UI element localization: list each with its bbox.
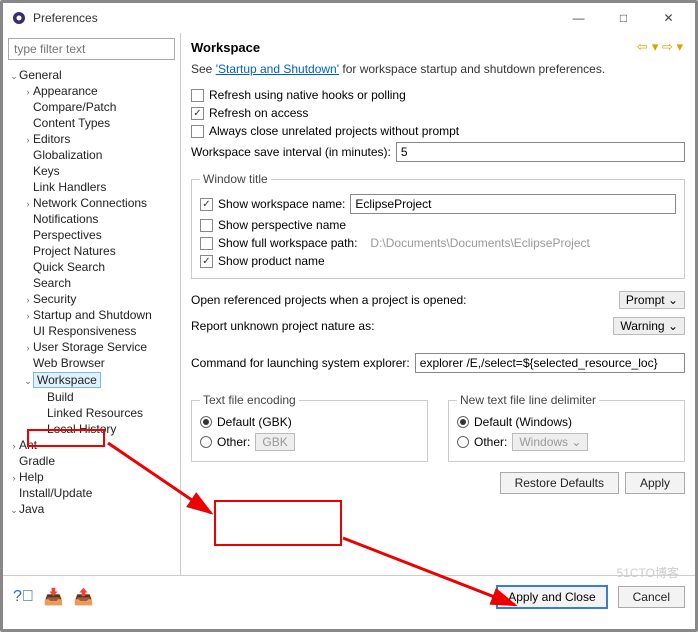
save-interval-input[interactable]	[396, 142, 685, 162]
back-icon[interactable]: ⇦	[635, 39, 650, 55]
tree-item[interactable]: ›Ant	[3, 437, 180, 453]
tree-item[interactable]: ›Startup and Shutdown	[3, 307, 180, 323]
tree-item[interactable]: ⌄Java	[3, 501, 180, 517]
tree-item[interactable]: Compare/Patch	[3, 99, 180, 115]
tree-item[interactable]: ›Security	[3, 291, 180, 307]
forward-icon[interactable]: ▾ ⇨ ▾	[650, 39, 685, 55]
enc-default-radio[interactable]	[200, 416, 212, 428]
tree-item[interactable]: ›Editors	[3, 131, 180, 147]
tree-item[interactable]: ›Help	[3, 469, 180, 485]
tree-item[interactable]: Project Natures	[3, 243, 180, 259]
minimize-button[interactable]: —	[556, 3, 601, 33]
tree-item[interactable]: Web Browser	[3, 355, 180, 371]
content-pane: Workspace ⇦ ▾ ⇨ ▾ See 'Startup and Shutd…	[181, 33, 695, 575]
tree-item[interactable]: Gradle	[3, 453, 180, 469]
show-ws-checkbox[interactable]: ✓	[200, 198, 213, 211]
tree-item[interactable]: Quick Search	[3, 259, 180, 275]
tree-item[interactable]: Link Handlers	[3, 179, 180, 195]
tree-item[interactable]: Build	[3, 389, 180, 405]
show-prod-checkbox[interactable]: ✓	[200, 255, 213, 268]
close-unrelated-label: Always close unrelated projects without …	[209, 124, 459, 138]
refresh-access-checkbox[interactable]: ✓	[191, 107, 204, 120]
tree-item[interactable]: UI Responsiveness	[3, 323, 180, 339]
ws-name-input[interactable]	[350, 194, 676, 214]
filter-input[interactable]	[8, 38, 175, 60]
apply-and-close-button[interactable]: Apply and Close	[496, 585, 607, 609]
tree-item[interactable]: Linked Resources	[3, 405, 180, 421]
export-icon[interactable]: 📤	[74, 587, 94, 607]
tree-item[interactable]: ›User Storage Service	[3, 339, 180, 355]
delim-default-radio[interactable]	[457, 416, 469, 428]
show-full-checkbox[interactable]	[200, 237, 213, 250]
report-label: Report unknown project nature as:	[191, 319, 608, 333]
tree-item[interactable]: Local History	[3, 421, 180, 437]
apply-button[interactable]: Apply	[625, 472, 685, 494]
delimiter-group: New text file line delimiter Default (Wi…	[448, 393, 685, 462]
refresh-hooks-label: Refresh using native hooks or polling	[209, 88, 406, 102]
tree-item[interactable]: Globalization	[3, 147, 180, 163]
see-note: See 'Startup and Shutdown' for workspace…	[191, 57, 685, 86]
maximize-button[interactable]: □	[601, 3, 646, 33]
import-icon[interactable]: 📥	[44, 587, 64, 607]
full-path-value: D:\Documents\Documents\EclipseProject	[370, 236, 589, 250]
tree-item[interactable]: Content Types	[3, 115, 180, 131]
open-ref-select[interactable]: Prompt ⌄	[619, 291, 685, 309]
tree-item[interactable]: Install/Update	[3, 485, 180, 501]
sidebar: ⌄General ›Appearance Compare/Patch Conte…	[3, 33, 181, 575]
tree-item-general[interactable]: ⌄General	[3, 67, 180, 83]
tree-item[interactable]: Perspectives	[3, 227, 180, 243]
window-title: Preferences	[33, 11, 98, 25]
save-interval-label: Workspace save interval (in minutes):	[191, 145, 391, 159]
tree-item[interactable]: Keys	[3, 163, 180, 179]
encoding-legend: Text file encoding	[200, 393, 299, 407]
tree-item[interactable]: Notifications	[3, 211, 180, 227]
refresh-hooks-checkbox[interactable]	[191, 89, 204, 102]
delim-other-select[interactable]: Windows ⌄	[512, 433, 588, 451]
show-persp-checkbox[interactable]	[200, 219, 213, 232]
window-title-legend: Window title	[200, 172, 271, 186]
help-icon[interactable]: ?⃝	[13, 588, 34, 606]
close-unrelated-checkbox[interactable]	[191, 125, 204, 138]
cancel-button[interactable]: Cancel	[618, 586, 685, 608]
delimiter-legend: New text file line delimiter	[457, 393, 599, 407]
startup-shutdown-link[interactable]: 'Startup and Shutdown'	[216, 62, 339, 76]
window-title-group: Window title ✓Show workspace name: Show …	[191, 172, 685, 279]
restore-defaults-button[interactable]: Restore Defaults	[500, 472, 619, 494]
refresh-access-label: Refresh on access	[209, 106, 308, 120]
report-select[interactable]: Warning ⌄	[613, 317, 685, 335]
enc-other-select[interactable]: GBK	[255, 433, 294, 451]
enc-other-radio[interactable]	[200, 436, 212, 448]
open-ref-label: Open referenced projects when a project …	[191, 293, 614, 307]
tree-item[interactable]: ›Appearance	[3, 83, 180, 99]
delim-other-radio[interactable]	[457, 436, 469, 448]
tree-item[interactable]: ›Network Connections	[3, 195, 180, 211]
close-button[interactable]: ✕	[646, 3, 691, 33]
cmd-input[interactable]	[415, 353, 685, 373]
encoding-group: Text file encoding Default (GBK) Other: …	[191, 393, 428, 462]
app-icon	[11, 10, 27, 26]
title-bar: Preferences — □ ✕	[3, 3, 695, 33]
preference-tree[interactable]: ⌄General ›Appearance Compare/Patch Conte…	[3, 65, 180, 575]
cmd-label: Command for launching system explorer:	[191, 356, 410, 370]
tree-item[interactable]: Search	[3, 275, 180, 291]
footer: ?⃝ 📥 📤 Apply and Close Cancel	[3, 575, 695, 617]
page-title: Workspace	[191, 40, 635, 55]
tree-item-workspace[interactable]: ⌄Workspace	[3, 371, 180, 389]
